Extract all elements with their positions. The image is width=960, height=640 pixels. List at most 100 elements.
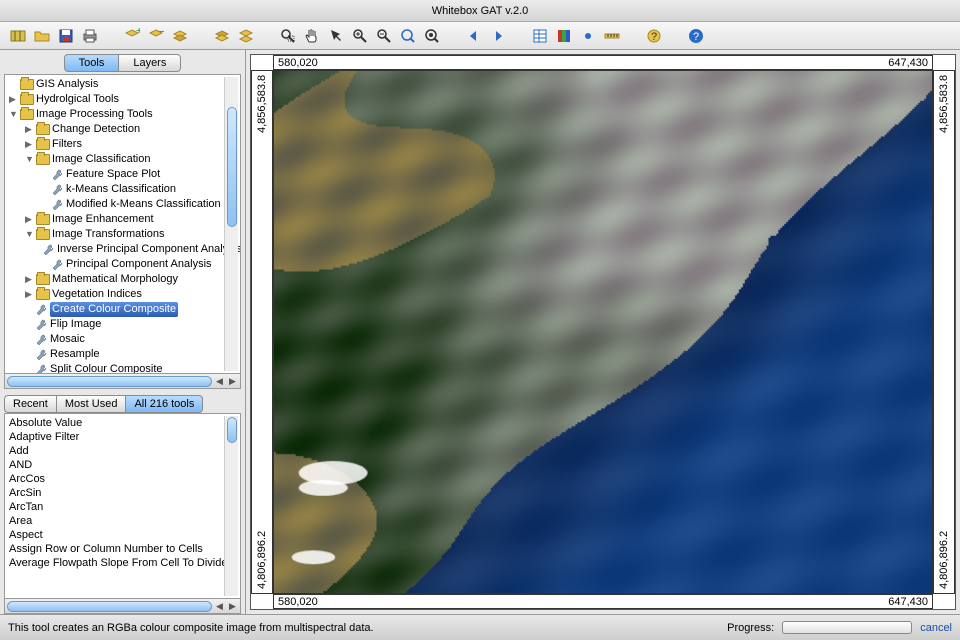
tree-item[interactable]: ▶Mathematical Morphology <box>5 272 240 287</box>
zoom-box-button[interactable] <box>278 26 298 46</box>
tree-item[interactable]: GIS Analysis <box>5 77 240 92</box>
tree-item-label: Image Processing Tools <box>36 107 153 122</box>
map-canvas[interactable] <box>273 70 933 594</box>
coord-y-bot-l: 4,806,896.2 <box>256 531 268 589</box>
palette-button[interactable] <box>554 26 574 46</box>
disclosure-closed-icon[interactable]: ▶ <box>25 272 34 287</box>
sidebar-tabs: Tools Layers <box>4 54 241 72</box>
tree-item[interactable]: ▼Image Classification <box>5 152 240 167</box>
cancel-link[interactable]: cancel <box>920 622 952 634</box>
help-sub-button[interactable]: ? <box>644 26 664 46</box>
tab-layers[interactable]: Layers <box>118 54 181 72</box>
zoom-out-button[interactable] <box>374 26 394 46</box>
disclosure-open-icon[interactable]: ▼ <box>25 152 34 167</box>
tree-item[interactable]: Flip Image <box>5 317 240 332</box>
tree-item[interactable]: ▶Hydrolgical Tools <box>5 92 240 107</box>
list-item[interactable]: Average Flowpath Slope From Cell To Divi… <box>9 556 236 570</box>
tool-icon <box>36 334 48 346</box>
tree-item[interactable]: Modified k-Means Classification <box>5 197 240 212</box>
list-item[interactable]: Add <box>9 444 236 458</box>
tab-tools[interactable]: Tools <box>64 54 119 72</box>
list-item[interactable]: Aspect <box>9 528 236 542</box>
list-item[interactable]: Adaptive Filter <box>9 430 236 444</box>
tree-item-label: Flip Image <box>50 317 101 332</box>
list-item[interactable]: Absolute Value <box>9 416 236 430</box>
tree-item[interactable]: k-Means Classification <box>5 182 240 197</box>
tree-item-label: Inverse Principal Component Analysis <box>57 242 241 257</box>
measure-button[interactable] <box>602 26 622 46</box>
tree-item[interactable]: Feature Space Plot <box>5 167 240 182</box>
tree-item[interactable]: Principal Component Analysis <box>5 257 240 272</box>
tree-item[interactable]: ▶Vegetation Indices <box>5 287 240 302</box>
tool-tree[interactable]: GIS Analysis▶Hydrolgical Tools▼Image Pro… <box>4 74 241 374</box>
list-scrollbar[interactable] <box>224 416 238 596</box>
disclosure-closed-icon[interactable]: ▶ <box>25 122 34 137</box>
tree-item[interactable]: Create Colour Composite <box>5 302 240 317</box>
coord-y-bot-r: 4,806,896.2 <box>938 531 950 589</box>
coord-x-right: 647,430 <box>888 57 928 69</box>
coord-x-right-b: 647,430 <box>888 596 928 608</box>
remove-layer-button[interactable]: − <box>146 26 166 46</box>
nav-back-button[interactable] <box>464 26 484 46</box>
subtab-recent[interactable]: Recent <box>4 395 56 413</box>
zoom-in-button[interactable] <box>350 26 370 46</box>
layers-button[interactable] <box>236 26 256 46</box>
map-button[interactable] <box>8 26 28 46</box>
zoom-full-button[interactable] <box>398 26 418 46</box>
add-layer-button[interactable]: + <box>122 26 142 46</box>
disclosure-closed-icon[interactable]: ▶ <box>25 287 34 302</box>
list-hscroll[interactable]: ◀▶ <box>4 599 241 614</box>
folder-icon <box>36 124 50 135</box>
list-item[interactable]: AND <box>9 458 236 472</box>
tree-item[interactable]: Inverse Principal Component Analysis <box>5 242 240 257</box>
tool-icon <box>36 319 48 331</box>
pan-button[interactable] <box>302 26 322 46</box>
tree-item-label: Image Transformations <box>52 227 165 242</box>
disclosure-open-icon[interactable]: ▼ <box>9 107 18 122</box>
tool-list-tabs: Recent Most Used All 216 tools <box>4 395 241 413</box>
nav-fwd-button[interactable] <box>488 26 508 46</box>
save-button[interactable] <box>56 26 76 46</box>
tree-item[interactable]: Mosaic <box>5 332 240 347</box>
tree-item[interactable]: ▶ Change Detection <box>5 122 240 137</box>
coord-ruler-bottom: 580,020 647,430 <box>273 594 933 609</box>
disclosure-closed-icon[interactable]: ▶ <box>9 92 18 107</box>
disclosure-open-icon[interactable]: ▼ <box>25 227 34 242</box>
zoom-prev-button[interactable] <box>422 26 442 46</box>
tree-item[interactable]: ▼ Image Transformations <box>5 227 240 242</box>
tree-item[interactable]: Resample <box>5 347 240 362</box>
tree-hscroll[interactable]: ◀▶ <box>4 374 241 389</box>
pointer-button[interactable] <box>326 26 346 46</box>
help-button[interactable]: ? <box>686 26 706 46</box>
list-item[interactable]: ArcSin <box>9 486 236 500</box>
disclosure-closed-icon[interactable]: ▶ <box>25 212 34 227</box>
list-item[interactable]: ArcCos <box>9 472 236 486</box>
list-item[interactable]: Assign Row or Column Number to Cells <box>9 542 236 556</box>
folder-icon <box>20 94 34 105</box>
layer-down-button[interactable] <box>212 26 232 46</box>
print-button[interactable] <box>80 26 100 46</box>
coord-ruler-right: 4,806,896.2 4,856,583.8 <box>933 70 955 594</box>
folder-icon <box>36 139 50 150</box>
disclosure-closed-icon[interactable]: ▶ <box>25 137 34 152</box>
subtab-most-used[interactable]: Most Used <box>56 395 126 413</box>
tool-icon <box>52 199 64 211</box>
tool-icon <box>43 244 55 256</box>
tree-item[interactable]: ▶ Image Enhancement <box>5 212 240 227</box>
point-button[interactable] <box>578 26 598 46</box>
list-item[interactable]: Area <box>9 514 236 528</box>
list-item[interactable]: ArcTan <box>9 500 236 514</box>
layer-up-button[interactable] <box>170 26 190 46</box>
open-button[interactable] <box>32 26 52 46</box>
tool-icon <box>36 304 48 316</box>
tree-scrollbar[interactable] <box>224 77 238 371</box>
tree-item-label: Image Enhancement <box>52 212 154 227</box>
tree-item[interactable]: ▼ Image Processing Tools <box>5 107 240 122</box>
progress-bar <box>782 621 912 634</box>
tool-list[interactable]: Absolute ValueAdaptive FilterAddANDArcCo… <box>4 413 241 599</box>
tree-item-label: Change Detection <box>52 122 140 137</box>
tree-item[interactable]: Split Colour Composite <box>5 362 240 374</box>
attr-table-button[interactable] <box>530 26 550 46</box>
tree-item[interactable]: ▶Filters <box>5 137 240 152</box>
subtab-all[interactable]: All 216 tools <box>125 395 203 413</box>
